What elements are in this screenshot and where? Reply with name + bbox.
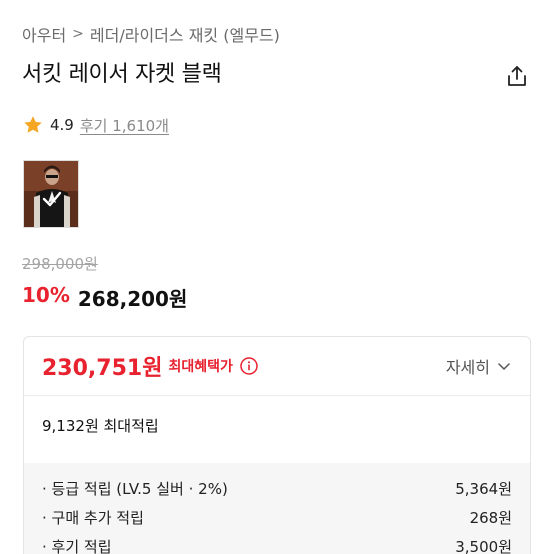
title-row: 서킷 레이서 자켓 블랙: [22, 60, 532, 94]
details-toggle-button[interactable]: 자세히: [446, 354, 512, 378]
divider: [24, 395, 530, 396]
breakdown-value: 3,500원: [455, 538, 512, 554]
jacket-photo: [24, 161, 78, 227]
breakdown-row: · 후기 적립 3,500원: [42, 533, 512, 554]
breakdown-label: · 등급 적립 (LV.5 실버 · 2%): [42, 480, 228, 498]
sale-price: 268,200원: [77, 287, 188, 311]
max-benefit-box: 230,751원 최대혜택가 자세히 9,132원 최대적립 · 등급 적립 (…: [23, 336, 531, 554]
share-icon[interactable]: [505, 64, 529, 88]
breadcrumb-separator: >: [72, 26, 84, 42]
max-benefit-header: 230,751원 최대혜택가 자세히: [24, 337, 530, 395]
breakdown-value: 268원: [469, 509, 512, 527]
info-icon[interactable]: [239, 356, 259, 376]
rating-row: 4.9 후기 1,610개: [22, 114, 169, 136]
product-title: 서킷 레이서 자켓 블랙: [22, 62, 222, 87]
sale-price-row: 10% 268,200원: [22, 283, 187, 312]
max-points-total: 9,132원 최대적립: [42, 417, 159, 435]
review-count-link[interactable]: 후기 1,610개: [80, 115, 169, 136]
product-thumbnail[interactable]: [23, 160, 79, 228]
breadcrumb-subcategory[interactable]: 레더/라이더스 재킷 (엘무드): [90, 22, 280, 46]
product-page: 아우터 > 레더/라이더스 재킷 (엘무드) 서킷 레이서 자켓 블랙 4.9 …: [0, 0, 554, 554]
breakdown-label: · 후기 적립: [42, 538, 112, 554]
max-benefit-price: 230,751원: [42, 356, 163, 381]
original-price: 298,000원: [22, 255, 98, 273]
breadcrumb-category[interactable]: 아우터: [22, 22, 66, 46]
breakdown-value: 5,364원: [455, 480, 512, 498]
star-icon: [24, 116, 42, 133]
rating-value: 4.9: [50, 116, 74, 134]
discount-rate: 10%: [22, 283, 70, 307]
breadcrumb: 아우터 > 레더/라이더스 재킷 (엘무드): [22, 22, 280, 46]
max-benefit-label: 최대혜택가: [168, 359, 233, 375]
breakdown-label: · 구매 추가 적립: [42, 509, 144, 527]
details-label: 자세히: [445, 358, 490, 377]
chevron-down-icon: [498, 363, 510, 370]
breakdown-row: · 구매 추가 적립 268원: [42, 504, 512, 533]
points-breakdown: · 등급 적립 (LV.5 실버 · 2%) 5,364원 · 구매 추가 적립…: [24, 463, 530, 554]
breakdown-row: · 등급 적립 (LV.5 실버 · 2%) 5,364원: [42, 475, 512, 504]
